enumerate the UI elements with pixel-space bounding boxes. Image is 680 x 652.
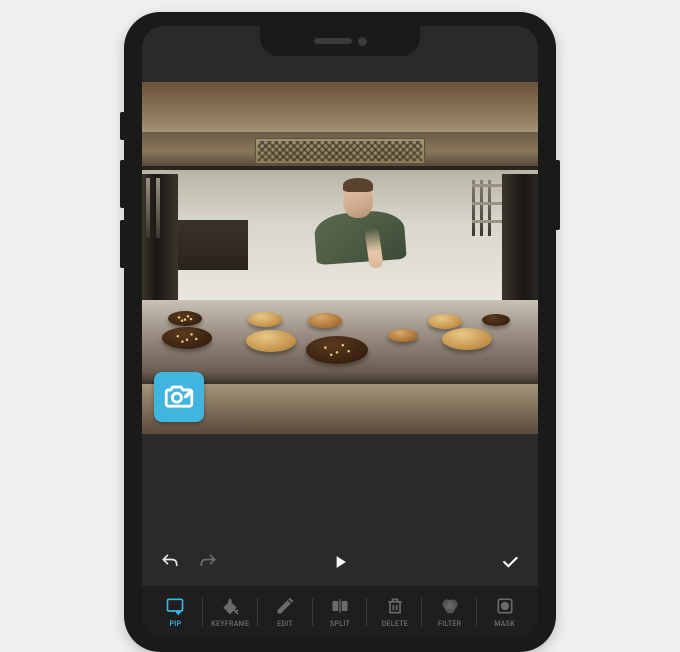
tab-label: EDIT — [277, 620, 293, 628]
tab-label: PIP — [169, 620, 181, 628]
filter-icon — [440, 596, 460, 616]
undo-button[interactable] — [160, 552, 180, 572]
phone-notch — [260, 26, 420, 56]
person-subject — [323, 180, 397, 262]
player-controls — [142, 538, 538, 586]
split-icon — [330, 596, 350, 616]
tab-filter[interactable]: FILTER — [422, 586, 477, 638]
tool-tabs: PIP KEYFRAME EDIT — [142, 586, 538, 638]
keyframe-icon — [220, 596, 240, 616]
phone-screen: PIP KEYFRAME EDIT — [142, 26, 538, 638]
pip-icon — [165, 596, 185, 616]
phone-mockup-frame: PIP KEYFRAME EDIT — [124, 12, 556, 652]
phone-side-button — [120, 160, 124, 208]
play-button[interactable] — [330, 552, 350, 572]
phone-side-button — [120, 220, 124, 268]
tab-edit[interactable]: EDIT — [258, 586, 313, 638]
tab-delete[interactable]: DELETE — [367, 586, 422, 638]
play-icon — [330, 552, 350, 572]
tab-pip[interactable]: PIP — [148, 586, 203, 638]
pencil-icon — [275, 596, 295, 616]
tab-label: MASK — [494, 620, 515, 628]
tab-label: SPLIT — [330, 620, 350, 628]
oven-vent — [255, 138, 425, 164]
confirm-button[interactable] — [500, 552, 520, 572]
phone-front-camera — [358, 37, 367, 46]
video-frame — [142, 132, 538, 384]
redo-button[interactable] — [198, 552, 218, 572]
tab-label: FILTER — [438, 620, 461, 628]
camera-eraser-icon — [162, 380, 196, 414]
tab-label: DELETE — [382, 620, 408, 628]
redo-icon — [198, 552, 218, 572]
phone-power-button — [556, 160, 560, 230]
trash-icon — [385, 596, 405, 616]
phone-speaker — [314, 38, 352, 44]
undo-icon — [160, 552, 180, 572]
check-icon — [500, 552, 520, 572]
tab-label: KEYFRAME — [211, 620, 249, 628]
tab-split[interactable]: SPLIT — [313, 586, 368, 638]
tab-mask[interactable]: MASK — [477, 586, 532, 638]
mask-icon — [495, 596, 515, 616]
phone-side-button — [120, 112, 124, 140]
tab-keyframe[interactable]: KEYFRAME — [203, 586, 258, 638]
baking-tray — [142, 300, 538, 384]
watermark-remover-badge[interactable] — [154, 372, 204, 422]
video-preview[interactable] — [142, 82, 538, 434]
